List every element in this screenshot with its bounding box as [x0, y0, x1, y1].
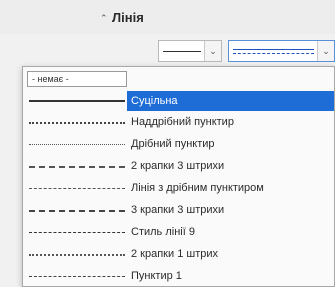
line-style-preview [29, 276, 125, 277]
line-style-preview [29, 232, 125, 233]
collapse-icon[interactable]: ⌃ [100, 13, 108, 24]
line-style-label: Пунктир 1 [131, 270, 182, 282]
line-style-label: Наддрібний пунктир [131, 116, 234, 128]
line-style-label: 2 крапки 1 штрих [131, 248, 218, 260]
line-style-label: Стиль лінії 9 [131, 226, 195, 238]
line-style-preview [29, 210, 125, 212]
line-style-label: Суцільна [127, 91, 334, 111]
chevron-down-icon[interactable]: ⌄ [317, 41, 334, 61]
line-style-label: 3 крапки 3 штрихи [131, 204, 225, 216]
line-style-preview [29, 188, 125, 189]
line-style-preview [29, 100, 125, 102]
line-style-option[interactable]: Стиль лінії 9 [25, 223, 334, 243]
line-style-option[interactable]: Наддрібний пунктир [25, 113, 334, 133]
section-title: Лінія [112, 10, 144, 25]
line-pattern-combo[interactable]: ⌄ [228, 40, 335, 62]
line-style-option[interactable]: 2 крапки 3 штрихи [25, 157, 334, 177]
line-style-option[interactable]: Пунктир 1 [25, 267, 334, 287]
line-style-label: 2 крапки 3 штрихи [131, 160, 225, 172]
line-sample-top [233, 49, 314, 50]
line-style-preview [29, 166, 125, 168]
chevron-down-icon[interactable]: ⌄ [204, 41, 221, 61]
line-section-header[interactable]: ⌃ Лінія [0, 0, 335, 34]
line-style-option[interactable]: Дрібний пунктир [25, 135, 334, 155]
line-sample [163, 51, 201, 52]
line-style-combo[interactable]: ⌄ [158, 40, 222, 62]
none-option[interactable]: - немає - [27, 71, 127, 87]
line-style-label: Лінія з дрібним пунктиром [131, 182, 264, 194]
line-style-preview [29, 122, 125, 124]
line-style-dropdown: - немає - Суцільна Наддрібний пунктир Дріб… [22, 66, 335, 287]
line-style-label: Дрібний пунктир [131, 138, 215, 150]
line-style-preview [29, 254, 125, 256]
line-sample-bottom [233, 53, 314, 54]
line-style-option[interactable]: Суцільна [25, 91, 334, 111]
line-style-option[interactable]: 3 крапки 3 штрихи [25, 201, 334, 221]
line-style-option[interactable]: Лінія з дрібним пунктиром [25, 179, 334, 199]
line-style-option[interactable]: 2 крапки 1 штрих [25, 245, 334, 265]
line-style-preview [29, 144, 125, 145]
